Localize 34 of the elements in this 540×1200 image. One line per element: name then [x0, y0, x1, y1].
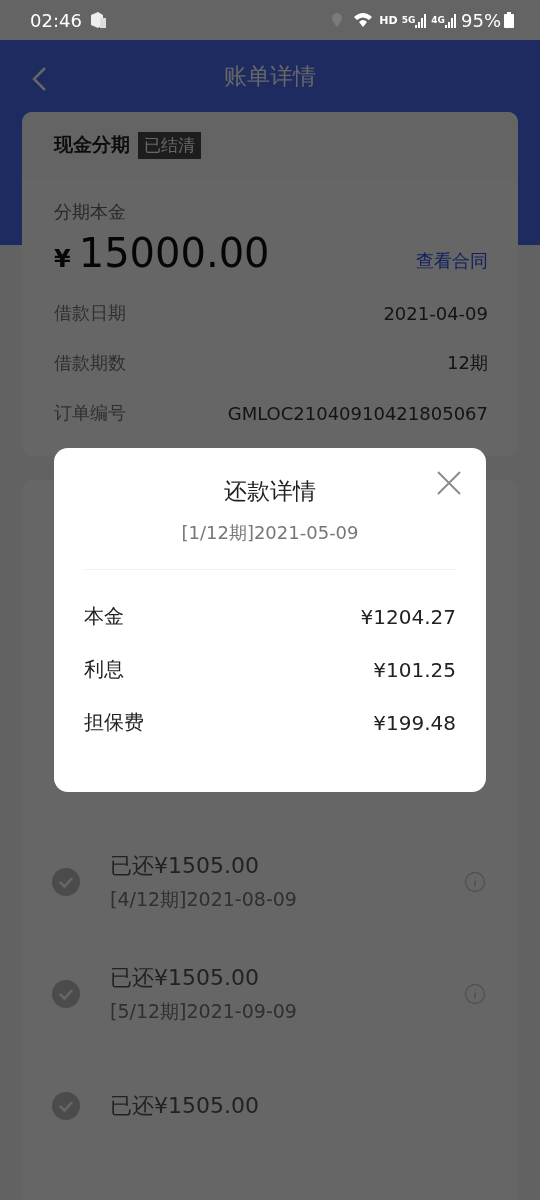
principal-amount: 15000.00 [78, 230, 271, 276]
loan-type: 现金分期 [54, 132, 130, 157]
currency-symbol: ¥ [54, 245, 71, 273]
signal-icon [415, 12, 428, 28]
clock: 02:46 [30, 9, 82, 31]
field-value: 12期 [447, 351, 488, 375]
hd-label: HD [379, 13, 398, 27]
dialog-subtitle: [1/12期]2021-05-09 [180, 521, 360, 545]
fee-amount: ¥101.25 [373, 657, 456, 682]
check-icon [52, 868, 80, 896]
battery-level: 95% [461, 9, 501, 31]
view-contract-link[interactable]: 查看合同 [416, 249, 488, 273]
paid-amount: 已还¥1505.00 [110, 964, 260, 992]
fee-amount: ¥199.48 [373, 710, 456, 735]
dialog-title: 还款详情 [223, 477, 317, 506]
back-icon[interactable] [30, 66, 48, 92]
paid-amount: 已还¥1505.00 [110, 1092, 260, 1120]
fee-label: 利息 [84, 656, 124, 683]
fee-label: 本金 [84, 603, 124, 630]
fee-amount: ¥1204.27 [360, 604, 456, 629]
status-tag: 已结清 [138, 131, 201, 159]
check-icon [52, 1092, 80, 1120]
page-title: 账单详情 [224, 61, 316, 91]
principal-label: 分期本金 [54, 200, 127, 224]
field-value: GMLOC21040910421805067 [227, 402, 488, 424]
paid-amount: 已还¥1505.00 [110, 852, 260, 880]
fee-label: 担保费 [84, 709, 144, 736]
network-label: 4G [431, 15, 445, 25]
signal-icon [445, 12, 457, 28]
network-label: 5G [401, 15, 416, 25]
close-icon[interactable] [436, 470, 462, 496]
check-icon [52, 980, 80, 1008]
battery-icon [504, 12, 514, 28]
field-value: 2021-04-09 [383, 302, 488, 324]
